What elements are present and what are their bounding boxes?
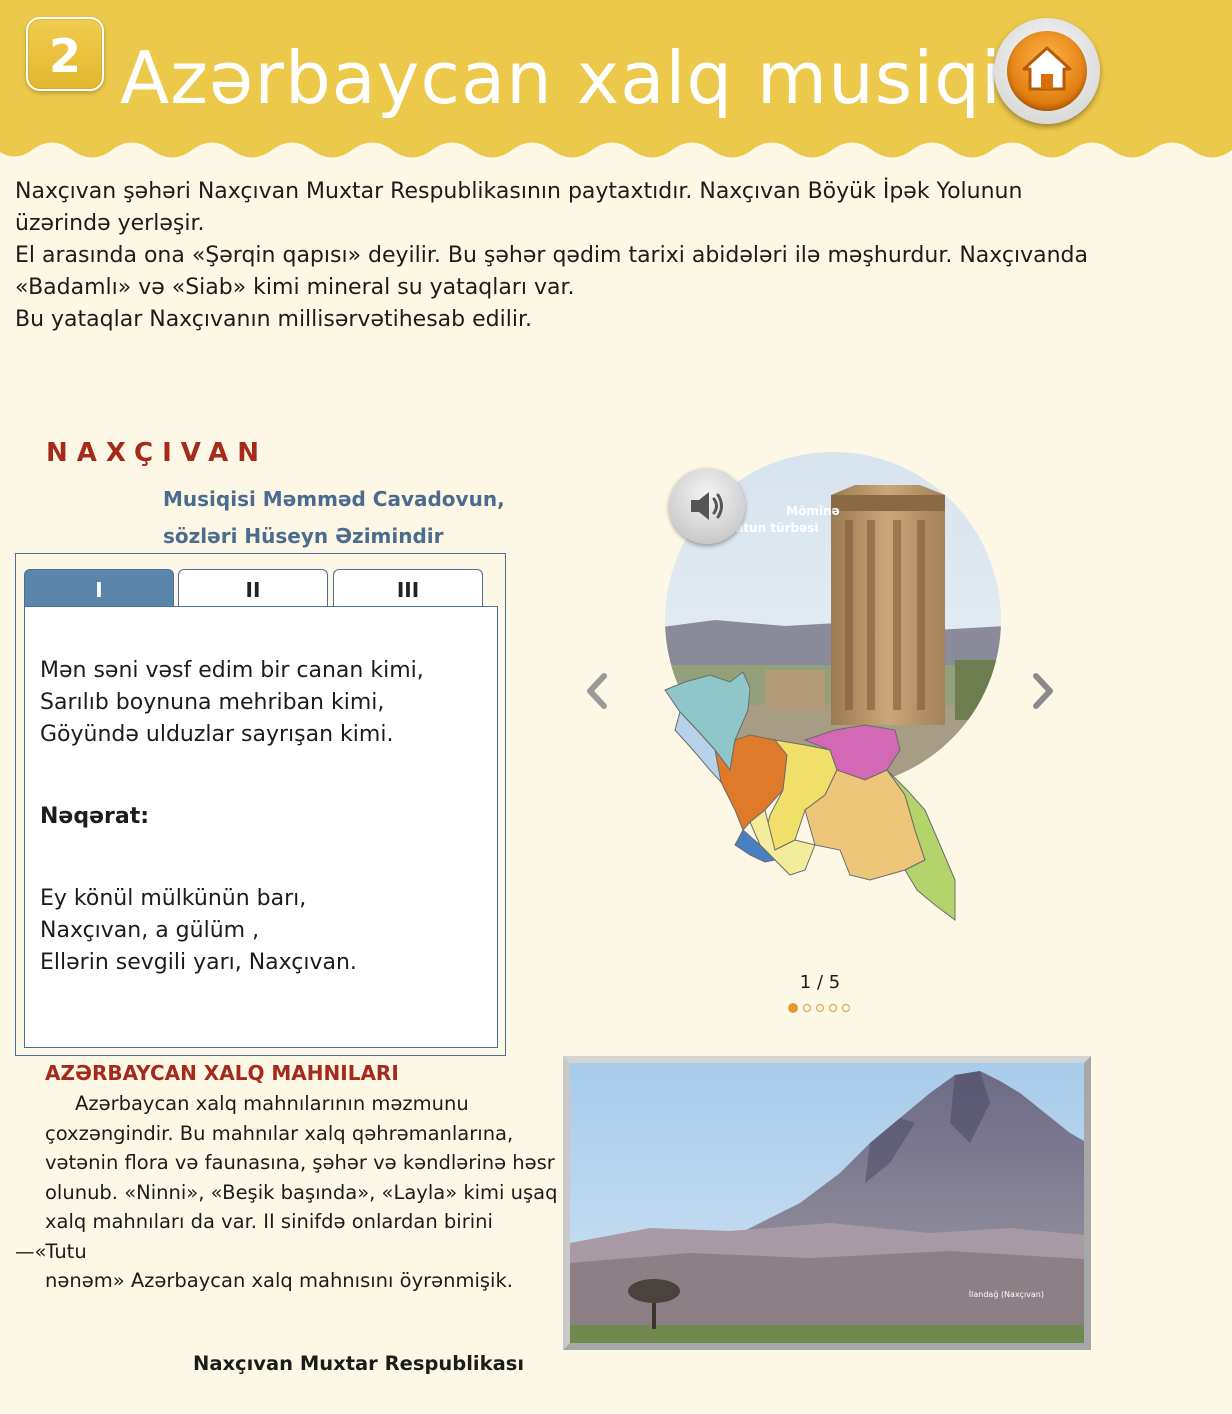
mountain-photo: İlandağ (Naxçıvan): [563, 1056, 1091, 1350]
page-title: Azərbaycan xalq musiqisi: [120, 36, 1062, 120]
header-banner: 2 Azərbaycan xalq musiqisi: [0, 0, 1232, 170]
intro-line: «Badamlı» və «Siab» kimi mineral su yata…: [15, 275, 575, 300]
intro-text: Naxçıvan şəhəri Naxçıvan Muxtar Respubli…: [15, 176, 1125, 336]
chevron-right-icon: [1033, 673, 1053, 709]
song-title: NAXÇIVAN: [46, 438, 268, 468]
slide-label-line2: xatun türbəsi: [727, 521, 818, 535]
song-credits: Musiqisi Məmməd Cavadovun, sözləri Hüsey…: [163, 481, 505, 555]
refrain-line: Naxçıvan, a gülüm ,: [40, 918, 260, 943]
chevron-left-icon: [587, 673, 607, 709]
map-caption: Naxçıvan Muxtar Respublikası: [193, 1352, 525, 1375]
folk-text-line: çoxzəngindir. Bu mahnılar xalq qəhrəmanl…: [45, 1121, 514, 1145]
folk-text-line: vətənin flora və faunasına, şəhər və kən…: [45, 1151, 555, 1174]
verse-panel: I II III Mən səni vəsf edim bir canan ki…: [15, 553, 506, 1056]
slider-dot-1[interactable]: [788, 1003, 798, 1013]
intro-line: Naxçıvan şəhəri Naxçıvan Muxtar Respubli…: [15, 179, 1023, 204]
folk-text-line: —«Tutu: [15, 1239, 87, 1263]
slider-dot-3[interactable]: [816, 1004, 824, 1012]
slider-dot-2[interactable]: [803, 1004, 811, 1012]
song-credit-lyrics: sözləri Hüseyn Əzimindir: [163, 524, 444, 548]
slider-next-button[interactable]: [1030, 668, 1060, 714]
slider-prev-button[interactable]: [580, 668, 610, 714]
lesson-number-badge: 2: [26, 17, 104, 91]
tab-verse-3[interactable]: III: [333, 569, 483, 607]
slider-dots: [788, 1003, 850, 1015]
slide-label-line1: Möminə: [786, 504, 839, 518]
intro-line: Bu yataqlar Naxçıvanın millisərvətihesab…: [15, 307, 532, 332]
folk-songs-text: Azərbaycan xalq mahnılarının məzmunu çox…: [15, 1089, 558, 1296]
folk-text-line: nənəm» Azərbaycan xalq mahnısını öyrənmi…: [45, 1269, 513, 1292]
photo-label: İlandağ (Naxçıvan): [968, 1290, 1044, 1299]
refrain-line: Ellərin sevgili yarı, Naxçıvan.: [40, 950, 357, 975]
intro-line: El arasında ona «Şərqin qapısı» deyilir.…: [15, 243, 1089, 268]
tab-verse-1[interactable]: I: [24, 569, 174, 607]
folk-text-line: Azərbaycan xalq mahnılarının məzmunu: [75, 1092, 469, 1115]
folk-text-line: xalq mahnıları da var. II sinifdə onlard…: [45, 1210, 493, 1233]
refrain-label: Nəqərat:: [40, 804, 150, 829]
mountain-illustration: [570, 1063, 1084, 1343]
tab-verse-2[interactable]: II: [178, 569, 328, 607]
folk-text-line: olunub. «Ninni», «Beşik başında», «Layla…: [45, 1180, 558, 1204]
verse-content: Mən səni vəsf edim bir canan kimi, Sarıl…: [24, 606, 498, 1048]
sound-button[interactable]: [669, 468, 745, 544]
verse-line: Göyündə ulduzlar sayrışan kimi.: [40, 722, 394, 747]
intro-line: üzərində yerləşir.: [15, 211, 205, 236]
speaker-icon: [691, 492, 723, 520]
slider-dot-5[interactable]: [842, 1004, 850, 1012]
refrain-line: Ey könül mülkünün barı,: [40, 886, 307, 911]
folk-songs-title: AZƏRBAYCAN XALQ MAHNILARI: [45, 1061, 399, 1085]
home-button[interactable]: [994, 18, 1100, 124]
song-credit-music: Musiqisi Məmməd Cavadovun,: [163, 487, 505, 511]
home-icon: [1022, 46, 1072, 91]
slide-counter: 1 / 5: [799, 972, 841, 993]
verse-line: Mən səni vəsf edim bir canan kimi,: [40, 658, 424, 683]
verse-line: Sarılıb boynuna mehriban kimi,: [40, 690, 385, 715]
slider-dot-4[interactable]: [829, 1004, 837, 1012]
